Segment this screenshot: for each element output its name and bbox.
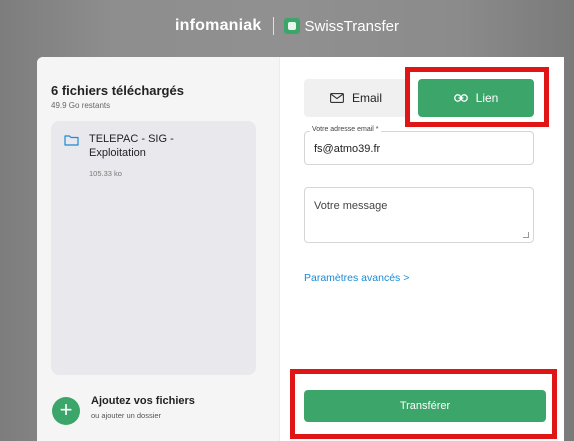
- storage-remaining: 49.9 Go restants: [51, 101, 111, 110]
- file-size: 105.33 ko: [89, 169, 122, 178]
- envelope-icon: [330, 93, 344, 103]
- app-name[interactable]: SwissTransfer: [305, 18, 399, 35]
- file-list: TELEPAC - SIG - Exploitation 105.33 ko: [51, 121, 256, 375]
- message-field[interactable]: Votre message: [304, 187, 534, 243]
- plus-icon: +: [59, 397, 73, 422]
- add-folder-link[interactable]: ou ajouter un dossier: [91, 411, 161, 420]
- upload-panel: 6 fichiers téléchargés 49.9 Go restants …: [37, 57, 280, 441]
- resize-handle-icon[interactable]: [523, 232, 529, 238]
- message-placeholder: Votre message: [314, 200, 388, 212]
- email-value: fs@atmo39.fr: [314, 143, 381, 155]
- swisstransfer-logo-icon: [283, 18, 300, 34]
- folder-icon: [64, 135, 79, 146]
- add-files-label[interactable]: Ajoutez vos fichiers: [91, 395, 195, 407]
- transfer-card: 6 fichiers téléchargés 49.9 Go restants …: [37, 57, 564, 441]
- file-name: TELEPAC - SIG - Exploitation: [89, 133, 174, 159]
- brand-logo[interactable]: infomaniak: [175, 17, 261, 35]
- advanced-settings-link[interactable]: Paramètres avancés >: [304, 272, 409, 284]
- email-label: Votre adresse email *: [310, 126, 381, 133]
- tab-email[interactable]: Email: [304, 79, 408, 117]
- form-panel: Email Lien Votre adresse email * fs@atmo…: [280, 57, 564, 441]
- highlight-frame-transfer: [290, 369, 557, 439]
- email-field[interactable]: fs@atmo39.fr: [304, 131, 534, 165]
- upload-title: 6 fichiers téléchargés: [51, 83, 184, 98]
- add-files-button[interactable]: +: [52, 397, 80, 425]
- header-divider: [272, 17, 274, 35]
- tab-email-label: Email: [351, 91, 382, 105]
- top-bar: infomaniak SwissTransfer: [0, 0, 574, 52]
- highlight-frame-link: [405, 67, 549, 127]
